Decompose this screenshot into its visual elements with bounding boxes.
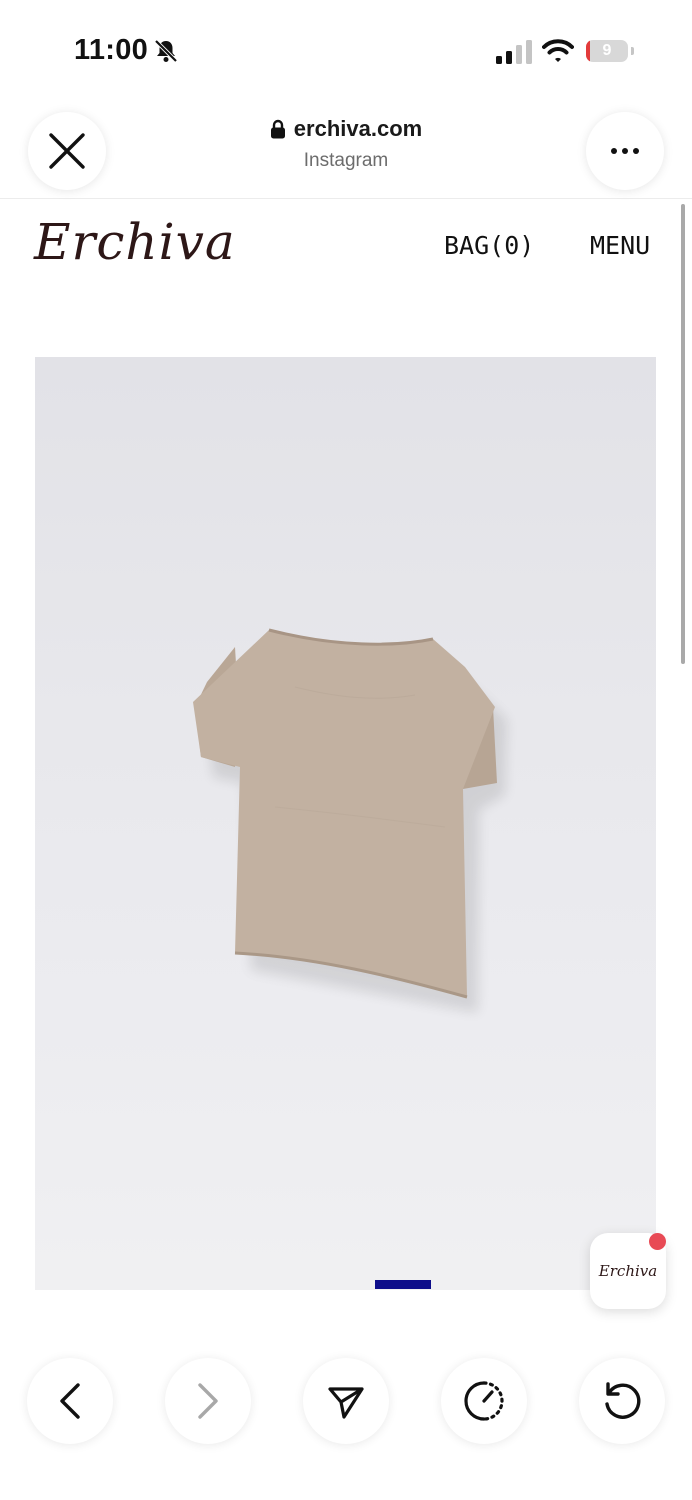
url-display[interactable]: erchiva.com Instagram xyxy=(180,116,512,172)
site-header: Erchiva BAG(0) MENU xyxy=(0,199,692,309)
back-button[interactable] xyxy=(27,1358,113,1444)
url-subtitle: Instagram xyxy=(303,150,389,171)
close-icon xyxy=(49,133,85,169)
notification-dot xyxy=(649,1233,666,1250)
reload-icon xyxy=(605,1382,641,1419)
browser-bar: erchiva.com Instagram xyxy=(0,100,692,199)
bell-muted-icon xyxy=(154,39,178,63)
more-button[interactable] xyxy=(586,112,664,190)
lock-icon xyxy=(270,119,285,139)
status-bar: 11:00 9 xyxy=(0,0,692,100)
bottom-toolbar xyxy=(0,1340,692,1500)
close-button[interactable] xyxy=(28,112,106,190)
more-icon xyxy=(611,148,639,154)
speed-icon xyxy=(464,1381,504,1421)
site-logo[interactable]: Erchiva xyxy=(34,213,236,271)
battery-level: 9 xyxy=(602,42,612,59)
carousel-indicator[interactable] xyxy=(375,1280,431,1289)
status-time: 11:00 xyxy=(74,34,149,66)
bag-link[interactable]: BAG(0) xyxy=(444,231,534,260)
forward-button[interactable] xyxy=(165,1358,251,1444)
menu-link[interactable]: MENU xyxy=(590,231,650,260)
chat-logo: Erchiva xyxy=(598,1262,658,1280)
page-scrollbar[interactable] xyxy=(681,204,685,664)
product-image[interactable] xyxy=(35,357,656,1290)
back-icon xyxy=(60,1383,80,1419)
reload-button[interactable] xyxy=(579,1358,665,1444)
speed-button[interactable] xyxy=(441,1358,527,1444)
wifi-icon xyxy=(542,39,574,62)
battery-icon: 9 xyxy=(586,40,636,64)
url-text: erchiva.com xyxy=(293,116,423,141)
signal-icon xyxy=(496,40,532,64)
product-garment-image xyxy=(193,628,507,1013)
share-button[interactable] xyxy=(303,1358,389,1444)
forward-icon xyxy=(198,1383,218,1419)
share-icon xyxy=(328,1387,364,1419)
chat-widget-button[interactable]: Erchiva xyxy=(590,1233,666,1309)
